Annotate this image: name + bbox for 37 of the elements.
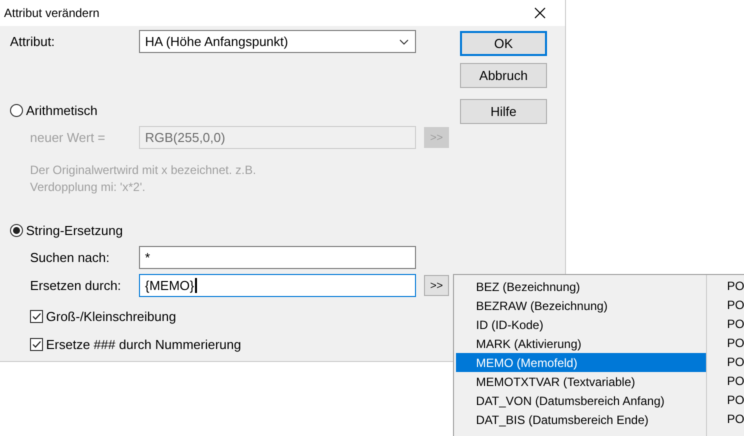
menu-item-column-text: PO (727, 354, 744, 371)
menu-item-column-text: PO (727, 392, 744, 409)
dialog-button[interactable]: Hilfe (460, 99, 547, 124)
menu-item-column-text: PO (727, 335, 744, 352)
replace-field[interactable]: {MEMO} (139, 274, 416, 297)
checkbox[interactable]: Groß-/Kleinschreibung (30, 307, 176, 325)
attribute-dropdown[interactable]: HA (Höhe Anfangspunkt) (139, 30, 416, 53)
window-title: Attribut verändern (4, 6, 100, 20)
checkbox[interactable]: Ersetze ### durch Nummerierung (30, 335, 242, 353)
search-field[interactable]: * (139, 246, 416, 269)
attribute-label: Attribut: (10, 34, 56, 49)
search-label: Suchen nach: (30, 250, 111, 265)
menu-item[interactable]: MEMO (Memofeld) (456, 353, 706, 372)
menu-item-column-text: PO (727, 411, 744, 428)
menu-item[interactable]: BEZ (Bezeichnung) (456, 277, 706, 296)
menu-item-column-text: PO (727, 278, 744, 295)
close-icon (534, 7, 546, 19)
value-label: neuer Wert = (30, 130, 106, 145)
check-icon (31, 310, 42, 322)
insert-button[interactable]: >> (424, 275, 449, 296)
chevron-down-icon (399, 38, 409, 44)
hint-text: Verdopplung mi: 'x*2'. (30, 179, 146, 196)
radio-button[interactable]: String-Ersetzung (10, 221, 123, 239)
menu-item-column-text: PO (727, 373, 744, 390)
menu-item-column-text: PO (727, 297, 744, 314)
menu-item[interactable]: MARK (Aktivierung) (456, 334, 706, 353)
menu-item[interactable]: DAT_VON (Datumsbereich Anfang) (456, 391, 706, 410)
menu-item[interactable]: BEZRAW (Bezeichnung) (456, 296, 706, 315)
menu-item[interactable]: DAT_BIS (Datumsbereich Ende) (456, 410, 706, 429)
hint-text: Der Originalwertwird mit x bezeichnet. z.B. (30, 162, 258, 179)
check-icon (31, 338, 42, 350)
menu-item-column-text: PO (727, 316, 744, 333)
dialog-button[interactable]: OK (460, 31, 547, 56)
menu-item[interactable]: ID (ID-Kode) (456, 315, 706, 334)
dialog-button[interactable]: Abbruch (460, 63, 547, 88)
menu-item[interactable]: MEMOTXTVAR (Textvariable) (456, 372, 706, 391)
replace-label: Ersetzen durch: (30, 278, 122, 293)
